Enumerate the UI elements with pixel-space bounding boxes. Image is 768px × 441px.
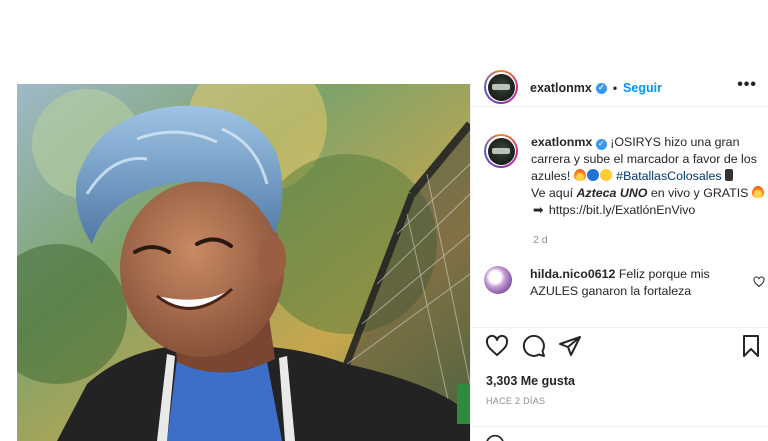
commenter-username[interactable]: hilda.nico0612: [530, 267, 615, 281]
separator-dot: •: [612, 81, 618, 95]
channel-name: Azteca UNO: [576, 186, 648, 200]
author-avatar[interactable]: [484, 70, 518, 104]
paper-plane-icon[interactable]: [558, 334, 582, 358]
comment-icon[interactable]: [522, 334, 546, 358]
like-count[interactable]: 3,303 Me gusta: [486, 374, 575, 388]
caption-link[interactable]: https://bit.ly/ExatlónEnVivo: [549, 203, 695, 217]
post-actions: [485, 334, 767, 360]
header-divider: [471, 106, 768, 107]
verified-badge-icon: ✓: [595, 138, 607, 150]
faded-next-comment: [533, 313, 683, 321]
post-photo-illustration: [17, 84, 470, 441]
comment-item: hilda.nico0612 Feliz porque mis AZULES g…: [484, 266, 768, 300]
blue-circle-emoji-icon: [586, 169, 599, 181]
comment-like-heart-icon[interactable]: [753, 276, 765, 288]
caption-line2-suffix: en vivo y GRATIS: [650, 186, 749, 200]
avatar-ring: [486, 136, 516, 166]
post-details-panel: exatlonmx ✓ • Seguir ••• exatlonmx ✓ ¡OS…: [470, 70, 768, 441]
verified-badge-icon: ✓: [595, 82, 607, 94]
post-photo[interactable]: [17, 84, 470, 441]
right-arrow-icon: ➡: [533, 203, 544, 217]
caption-username[interactable]: exatlonmx: [531, 135, 592, 149]
exatlon-logo: [487, 73, 515, 101]
caption-text: exatlonmx ✓ ¡OSIRYS hizo una gran carrer…: [531, 134, 766, 219]
emoji-picker-icon[interactable]: [485, 434, 505, 441]
grinning-emoji-icon: [599, 169, 612, 181]
caption-avatar[interactable]: [484, 134, 518, 168]
post-date: HACE 2 DÍAS: [486, 396, 546, 406]
comment-box-divider: [471, 426, 768, 427]
caption-line2-prefix: Ve aquí: [531, 186, 574, 200]
bookmark-icon[interactable]: [739, 334, 763, 358]
comment-text: hilda.nico0612 Feliz porque mis AZULES g…: [530, 266, 730, 300]
exatlon-logo: [487, 137, 515, 165]
avatar-ring: [486, 72, 516, 102]
instagram-post-view: exatlonmx ✓ • Seguir ••• exatlonmx ✓ ¡OS…: [0, 0, 768, 441]
heart-icon[interactable]: [485, 334, 509, 358]
author-info: exatlonmx ✓ • Seguir: [530, 81, 662, 95]
post-header: exatlonmx ✓ • Seguir •••: [471, 70, 768, 118]
fire-emoji-icon: [751, 186, 764, 198]
author-username[interactable]: exatlonmx: [530, 81, 592, 95]
fire-emoji-icon: [573, 169, 586, 181]
commenter-avatar[interactable]: [484, 266, 512, 294]
post-caption: exatlonmx ✓ ¡OSIRYS hizo una gran carrer…: [484, 134, 766, 219]
follow-button[interactable]: Seguir: [623, 81, 662, 95]
hashtag-link[interactable]: #BatallasColosales: [616, 169, 721, 183]
actions-divider: [471, 327, 768, 328]
caption-timestamp[interactable]: 2 d: [533, 234, 548, 246]
phone-emoji-icon: [725, 169, 734, 181]
more-icon[interactable]: •••: [737, 76, 757, 94]
